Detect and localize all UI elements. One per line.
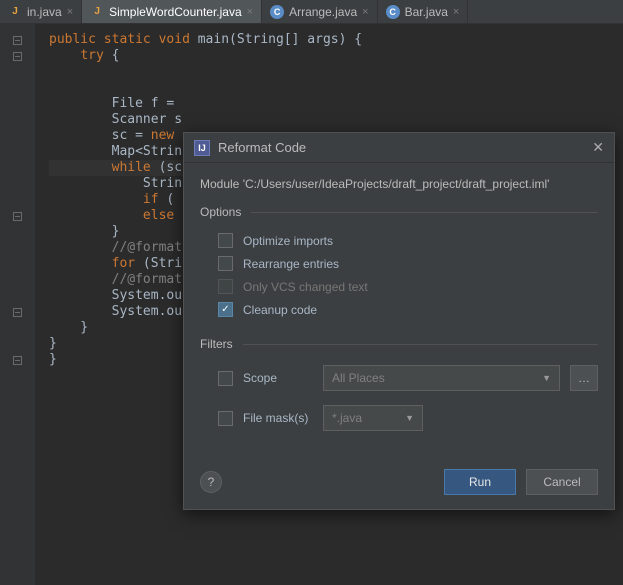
cancel-button[interactable]: Cancel: [526, 469, 598, 495]
filters-group-label: Filters: [200, 337, 598, 351]
tab-label: Bar.java: [405, 5, 448, 19]
options-group-label: Options: [200, 205, 598, 219]
dialog-footer: ? Run Cancel: [184, 459, 614, 509]
scope-combo[interactable]: All Places ▼: [323, 365, 560, 391]
optimize-imports-row[interactable]: Optimize imports: [200, 229, 598, 252]
class-file-icon: C: [386, 5, 400, 19]
only-vcs-changed-row: Only VCS changed text: [200, 275, 598, 298]
tab-in-java[interactable]: J in.java ×: [0, 0, 82, 23]
cleanup-code-row[interactable]: Cleanup code: [200, 298, 598, 321]
combo-value: All Places: [332, 371, 385, 385]
module-path: Module 'C:/Users/user/IdeaProjects/draft…: [200, 177, 598, 191]
java-file-icon: J: [8, 5, 22, 19]
close-icon[interactable]: ×: [453, 6, 459, 18]
tab-bar-java[interactable]: C Bar.java ×: [378, 0, 469, 23]
tab-label: in.java: [27, 5, 62, 19]
scope-browse-button[interactable]: …: [570, 365, 598, 391]
close-icon[interactable]: ×: [362, 6, 368, 18]
tab-bar: J in.java × J SimpleWordCounter.java × C…: [0, 0, 623, 24]
checkbox-checked-icon[interactable]: [218, 302, 233, 317]
rearrange-entries-row[interactable]: Rearrange entries: [200, 252, 598, 275]
close-icon[interactable]: ✕: [592, 139, 604, 156]
checkbox-icon[interactable]: [218, 371, 233, 386]
checkbox-label: Rearrange entries: [243, 257, 339, 271]
file-mask-label: File mask(s): [243, 411, 313, 425]
close-icon[interactable]: ×: [247, 6, 253, 18]
java-file-icon: J: [90, 5, 104, 19]
fold-marker[interactable]: [0, 32, 35, 48]
tab-label: Arrange.java: [289, 5, 357, 19]
chevron-down-icon: ▼: [405, 413, 414, 423]
close-icon[interactable]: ×: [67, 6, 73, 18]
run-button[interactable]: Run: [444, 469, 516, 495]
tab-simplewordcounter[interactable]: J SimpleWordCounter.java ×: [82, 0, 262, 23]
reformat-code-dialog: IJ Reformat Code ✕ Module 'C:/Users/user…: [183, 132, 615, 510]
tab-label: SimpleWordCounter.java: [109, 5, 242, 19]
checkbox-icon[interactable]: [218, 233, 233, 248]
scope-label: Scope: [243, 371, 313, 385]
checkbox-icon: [218, 279, 233, 294]
checkbox-label: Cleanup code: [243, 303, 317, 317]
file-mask-combo[interactable]: *.java ▼: [323, 405, 423, 431]
scope-row: Scope All Places ▼ …: [200, 361, 598, 395]
class-file-icon: C: [270, 5, 284, 19]
checkbox-label: Optimize imports: [243, 234, 333, 248]
dialog-body: Module 'C:/Users/user/IdeaProjects/draft…: [184, 163, 614, 459]
checkbox-label: Only VCS changed text: [243, 280, 368, 294]
chevron-down-icon: ▼: [542, 373, 551, 383]
checkbox-icon[interactable]: [218, 411, 233, 426]
fold-marker[interactable]: [0, 208, 35, 224]
fold-marker[interactable]: [0, 48, 35, 64]
file-mask-row: File mask(s) *.java ▼: [200, 401, 598, 435]
dialog-title: Reformat Code: [218, 140, 584, 155]
intellij-icon: IJ: [194, 140, 210, 156]
fold-marker[interactable]: [0, 304, 35, 320]
gutter: [0, 24, 35, 585]
combo-value: *.java: [332, 411, 362, 425]
checkbox-icon[interactable]: [218, 256, 233, 271]
help-button[interactable]: ?: [200, 471, 222, 493]
tab-arrange[interactable]: C Arrange.java ×: [262, 0, 377, 23]
dialog-titlebar: IJ Reformat Code ✕: [184, 133, 614, 163]
fold-marker[interactable]: [0, 352, 35, 368]
